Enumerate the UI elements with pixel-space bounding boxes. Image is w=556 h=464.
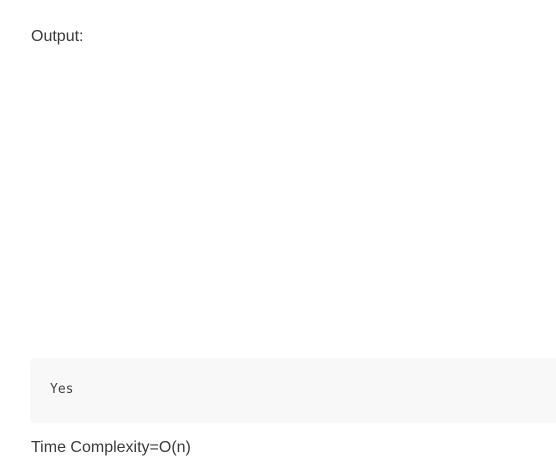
code-output-block: Yes [30,358,556,423]
time-complexity-text: Time Complexity=O(n) [31,439,191,456]
code-output-text: Yes [50,382,74,397]
output-heading: Output: [31,28,84,45]
